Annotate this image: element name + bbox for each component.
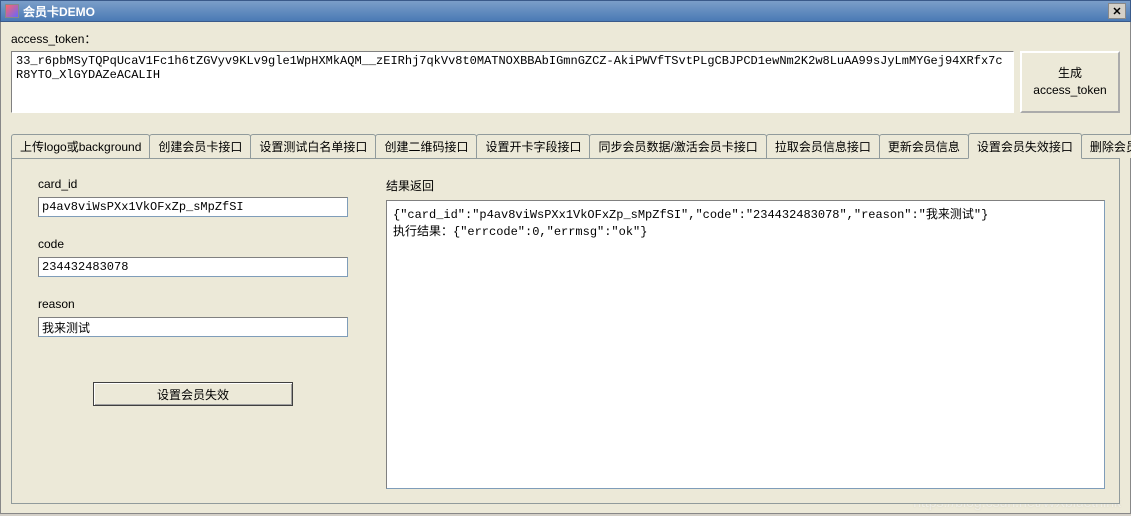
tab-set-whitelist[interactable]: 设置测试白名单接口 — [250, 134, 376, 158]
code-label: code — [38, 237, 368, 251]
token-row: 33_r6pbMSyTQPqUcaV1Fc1h6tZGVyv9KLv9gle1W… — [11, 51, 1120, 113]
tab-update-member-info[interactable]: 更新会员信息 — [879, 134, 969, 158]
card-id-input[interactable] — [38, 197, 348, 217]
app-icon — [5, 4, 19, 18]
tab-delete-member-card[interactable]: 删除会员卡 — [1081, 134, 1131, 158]
tab-get-member-info[interactable]: 拉取会员信息接口 — [766, 134, 880, 158]
tab-container: 上传logo或background 创建会员卡接口 设置测试白名单接口 创建二维… — [11, 133, 1120, 504]
window-body: access_token： 33_r6pbMSyTQPqUcaV1Fc1h6tZ… — [0, 22, 1131, 514]
reason-label: reason — [38, 297, 368, 311]
card-id-label: card_id — [38, 177, 368, 191]
tab-create-qrcode[interactable]: 创建二维码接口 — [375, 134, 477, 158]
tab-create-member-card[interactable]: 创建会员卡接口 — [149, 134, 251, 158]
result-textarea[interactable]: {"card_id":"p4av8viWsPXx1VkOFxZp_sMpZfSI… — [386, 200, 1105, 489]
form-column: card_id code reason 设置会员失效 — [12, 159, 382, 503]
tab-set-member-invalid[interactable]: 设置会员失效接口 — [968, 133, 1082, 159]
set-invalid-button[interactable]: 设置会员失效 — [93, 382, 293, 406]
tab-upload-logo[interactable]: 上传logo或background — [11, 134, 150, 158]
tab-sync-member-data[interactable]: 同步会员数据/激活会员卡接口 — [589, 134, 766, 158]
generate-token-button[interactable]: 生成 access_token — [1020, 51, 1120, 113]
reason-input[interactable] — [38, 317, 348, 337]
access-token-textarea[interactable]: 33_r6pbMSyTQPqUcaV1Fc1h6tZGVyv9KLv9gle1W… — [11, 51, 1014, 113]
result-column: 结果返回 {"card_id":"p4av8viWsPXx1VkOFxZp_sM… — [382, 159, 1119, 503]
tab-strip: 上传logo或background 创建会员卡接口 设置测试白名单接口 创建二维… — [11, 133, 1120, 158]
tab-panel: card_id code reason 设置会员失效 结果返回 {"card_i… — [11, 158, 1120, 504]
titlebar: 会员卡DEMO ✕ — [0, 0, 1131, 22]
code-input[interactable] — [38, 257, 348, 277]
result-label: 结果返回 — [386, 177, 1105, 194]
window-title: 会员卡DEMO — [23, 3, 1108, 20]
access-token-label: access_token： — [11, 30, 1120, 47]
close-icon[interactable]: ✕ — [1108, 3, 1126, 19]
tab-set-card-fields[interactable]: 设置开卡字段接口 — [476, 134, 590, 158]
